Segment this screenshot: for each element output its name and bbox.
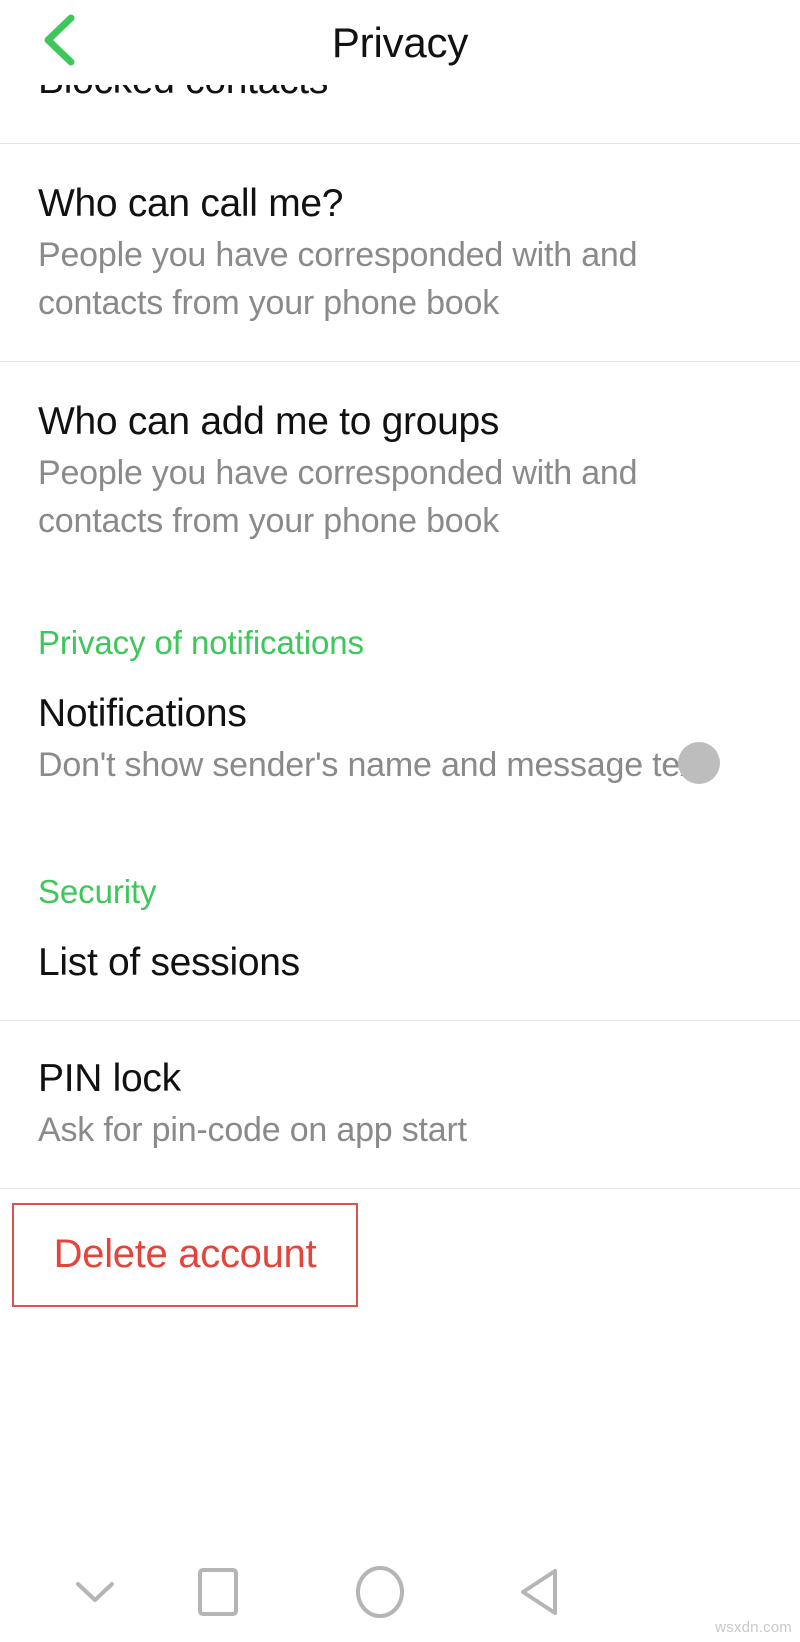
triangle-left-icon xyxy=(517,1565,565,1624)
settings-list: Blocked contacts Who can call me? People… xyxy=(0,85,800,1307)
pin-lock-title: PIN lock xyxy=(38,1056,181,1100)
list-item-list-of-sessions[interactable]: List of sessions xyxy=(0,910,800,1020)
blocked-contacts-title: Blocked contacts xyxy=(38,85,328,104)
privacy-settings-screen: Privacy Blocked contacts Who can call me… xyxy=(0,0,800,1642)
notifications-texts: Notifications Don't show sender's name a… xyxy=(38,692,762,789)
who-can-call-subtitle: People you have corresponded with and co… xyxy=(38,235,638,323)
list-of-sessions-title: List of sessions xyxy=(38,940,300,984)
who-can-add-to-groups-title: Who can add me to groups xyxy=(38,400,500,444)
list-item-who-can-call[interactable]: Who can call me? People you have corresp… xyxy=(0,144,800,362)
notifications-title: Notifications xyxy=(38,691,247,735)
nav-recents-button[interactable] xyxy=(182,1558,254,1630)
nav-hide-keyboard-button[interactable] xyxy=(59,1558,131,1630)
list-item-pin-lock[interactable]: PIN lock Ask for pin-code on app start xyxy=(0,1020,800,1188)
chevron-down-icon xyxy=(72,1577,118,1612)
circle-icon xyxy=(354,1564,406,1625)
page-title: Privacy xyxy=(331,18,469,66)
delete-account-label: Delete account xyxy=(53,1232,317,1277)
section-header-security: Security xyxy=(38,872,157,910)
notifications-toggle[interactable] xyxy=(678,741,720,784)
system-navigation-bar xyxy=(0,1550,800,1642)
square-icon xyxy=(196,1566,240,1623)
chevron-left-icon xyxy=(38,12,82,68)
list-item-notifications[interactable]: Notifications Don't show sender's name a… xyxy=(0,661,800,815)
delete-account-button[interactable]: Delete account xyxy=(12,1202,358,1307)
who-can-add-to-groups-subtitle: People you have corresponded with and co… xyxy=(38,454,638,541)
who-can-call-title: Who can call me? xyxy=(38,182,344,225)
pin-lock-subtitle: Ask for pin-code on app start xyxy=(38,1110,467,1149)
delete-account-wrap: Delete account xyxy=(0,1189,800,1307)
notifications-subtitle: Don't show sender's name and message tex… xyxy=(38,745,707,784)
list-item-who-can-add-to-groups[interactable]: Who can add me to groups People you have… xyxy=(0,362,800,580)
list-item-blocked-contacts[interactable]: Blocked contacts xyxy=(0,85,800,143)
watermark: wsxdn.com xyxy=(715,1619,792,1636)
nav-back-button[interactable] xyxy=(505,1558,577,1630)
nav-home-button[interactable] xyxy=(344,1558,416,1630)
app-header: Privacy xyxy=(0,0,800,85)
back-button[interactable] xyxy=(28,8,92,72)
section-header-privacy-of-notifications: Privacy of notifications xyxy=(38,623,364,661)
